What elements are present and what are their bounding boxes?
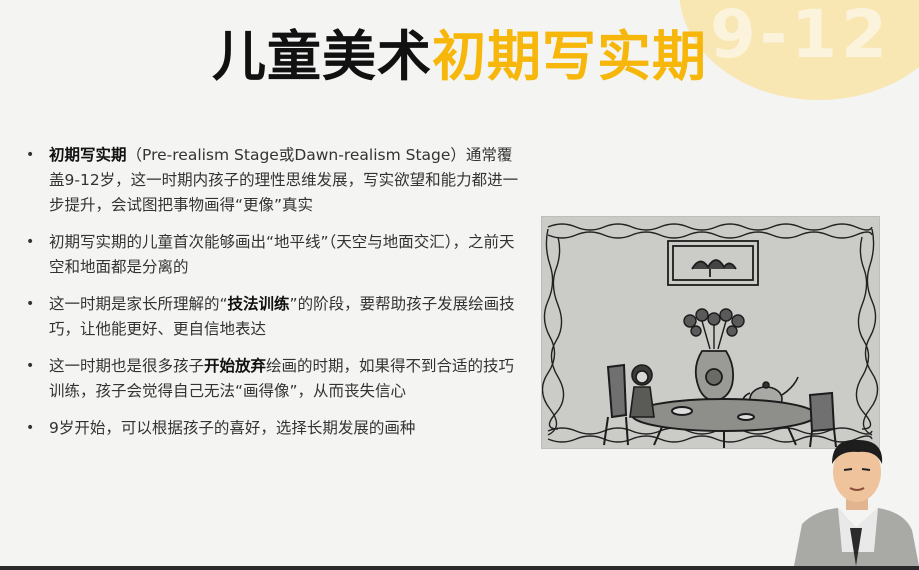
- bullet-list: • 初期写实期（Pre-realism Stage或Dawn-realism St…: [22, 143, 522, 453]
- bullet-item: • 初期写实期的儿童首次能够画出“地平线”（天空与地面交汇），之前天空和地面都是分…: [22, 230, 522, 280]
- presenter-video-overlay: [786, 432, 919, 566]
- bullet-emphasis: 开始放弃: [204, 357, 267, 375]
- presenter-svg: [794, 439, 919, 566]
- drawing-vase: [694, 350, 735, 402]
- bullet-emphasis: 初期写实期: [49, 146, 127, 164]
- child-drawing-image: [541, 216, 880, 449]
- bullet-item: • 这一时期是家长所理解的“技法训练”的阶段，要帮助孩子发展绘画技巧，让他能更好、…: [22, 292, 522, 342]
- title-highlight: 初期写实期: [432, 25, 707, 88]
- bullet-emphasis: 技法训练: [227, 295, 290, 313]
- bullet-text: 初期写实期的儿童首次能够画出“地平线”（天空与地面交汇），之前天空和地面都是分离…: [49, 233, 515, 276]
- bullet-dot-icon: •: [26, 234, 35, 250]
- bottom-strip: [0, 566, 919, 570]
- bullet-item: • 这一时期也是很多孩子开始放弃绘画的时期，如果得不到合适的技巧训练，孩子会觉得自…: [22, 354, 522, 404]
- bullet-dot-icon: •: [26, 420, 35, 436]
- slide-title: 儿童美术初期写实期: [0, 22, 919, 92]
- bullet-segment: 初期写实期的儿童首次能够画出“地平线”（天空与地面交汇），之前天空和地面都是分离…: [49, 233, 515, 276]
- bullet-dot-icon: •: [26, 358, 35, 374]
- bullet-segment: 这一时期是家长所理解的“: [49, 295, 228, 313]
- bullet-dot-icon: •: [26, 296, 35, 312]
- child-drawing-svg: [542, 217, 879, 448]
- bullet-dot-icon: •: [26, 147, 35, 163]
- bullet-item: • 9岁开始，可以根据孩子的喜好，选择长期发展的画种: [22, 416, 522, 441]
- title-main: 儿童美术: [212, 25, 432, 88]
- slide: 9-12 儿童美术初期写实期 • 初期写实期（Pre-realism Stage或…: [0, 0, 919, 566]
- bullet-text: 这一时期也是很多孩子开始放弃绘画的时期，如果得不到合适的技巧训练，孩子会觉得自己…: [49, 357, 514, 400]
- bullet-text: 初期写实期（Pre-realism Stage或Dawn-realism Sta…: [49, 146, 518, 214]
- bullet-text: 这一时期是家长所理解的“技法训练”的阶段，要帮助孩子发展绘画技巧，让他能更好、更…: [49, 295, 515, 338]
- bullet-segment: 9岁开始，可以根据孩子的喜好，选择长期发展的画种: [49, 419, 416, 437]
- bullet-item: • 初期写实期（Pre-realism Stage或Dawn-realism St…: [22, 143, 522, 218]
- drawing-girl: [629, 364, 655, 418]
- bullet-text: 9岁开始，可以根据孩子的喜好，选择长期发展的画种: [49, 419, 415, 437]
- bullet-segment: 这一时期也是很多孩子: [49, 357, 205, 375]
